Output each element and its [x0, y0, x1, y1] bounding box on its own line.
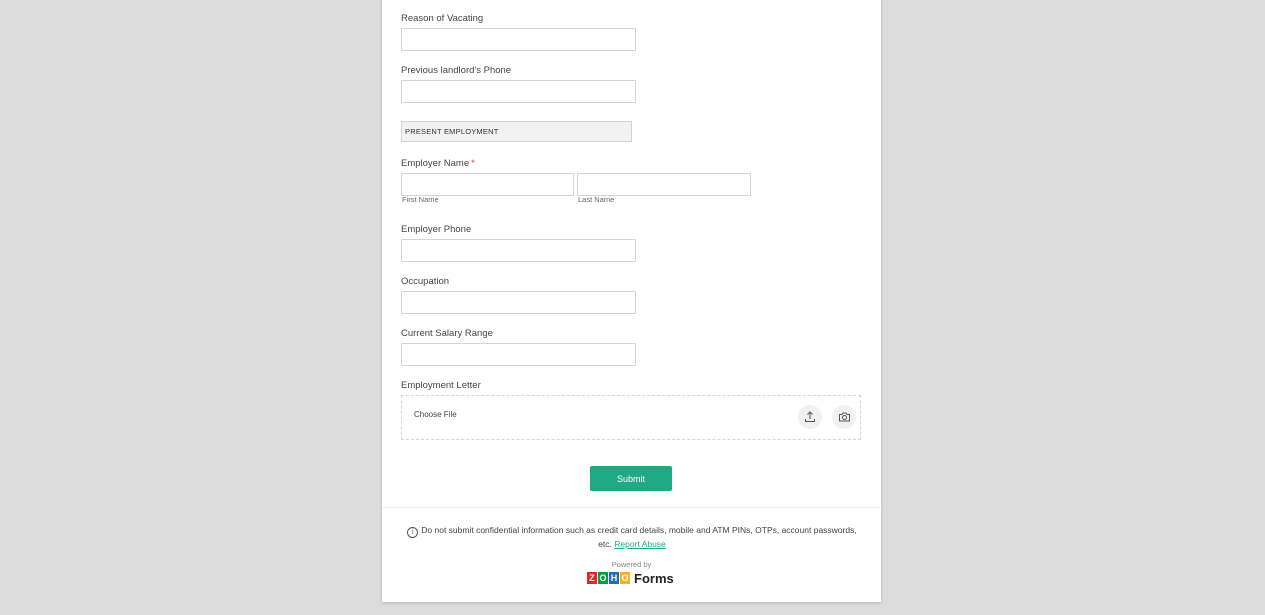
employment-letter-label: Employment Letter [401, 380, 481, 391]
first-name-sublabel: First Name [402, 195, 439, 204]
section-present-employment: PRESENT EMPLOYMENT [401, 121, 632, 142]
zoho-forms-logo[interactable]: Z O H O Forms [587, 570, 674, 586]
employer-phone-input[interactable] [401, 239, 636, 262]
reason-label: Reason of Vacating [401, 13, 484, 24]
file-upload-area[interactable]: Choose File [401, 395, 861, 440]
powered-by-text: Powered by [611, 560, 652, 569]
upload-icon-glyph [805, 411, 815, 422]
logo-letter-o2: O [620, 572, 630, 584]
employer-phone-label: Employer Phone [401, 224, 472, 235]
upload-icon[interactable] [798, 405, 822, 429]
logo-forms-text: Forms [634, 570, 674, 586]
form-card: Reason of Vacating Previous landlord's P… [382, 0, 881, 602]
submit-button[interactable]: Submit [590, 466, 672, 491]
salary-label: Current Salary Range [401, 328, 493, 339]
confidential-notice: i Do not submit confidential information … [402, 524, 862, 552]
prev-landlord-phone-input[interactable] [401, 80, 636, 103]
employer-name-label: Employer Name * [401, 158, 475, 169]
report-abuse-link[interactable]: Report Abuse [614, 539, 666, 549]
choose-file-text[interactable]: Choose File [414, 410, 457, 419]
logo-letter-h: H [609, 572, 619, 584]
employer-first-name-input[interactable] [401, 173, 574, 196]
footer-divider [382, 507, 881, 508]
prev-landlord-phone-label: Previous landlord's Phone [401, 65, 512, 76]
logo-letter-o1: O [598, 572, 608, 584]
occupation-input[interactable] [401, 291, 636, 314]
required-mark: * [471, 158, 475, 169]
employer-name-label-text: Employer Name [401, 158, 470, 169]
occupation-label: Occupation [401, 276, 450, 287]
reason-input[interactable] [401, 28, 636, 51]
logo-letter-z: Z [587, 572, 597, 584]
camera-icon[interactable] [832, 405, 856, 429]
employer-last-name-input[interactable] [577, 173, 751, 196]
info-icon: i [407, 527, 419, 538]
last-name-sublabel: Last Name [578, 195, 615, 204]
salary-input[interactable] [401, 343, 636, 366]
camera-icon-glyph [838, 412, 850, 422]
